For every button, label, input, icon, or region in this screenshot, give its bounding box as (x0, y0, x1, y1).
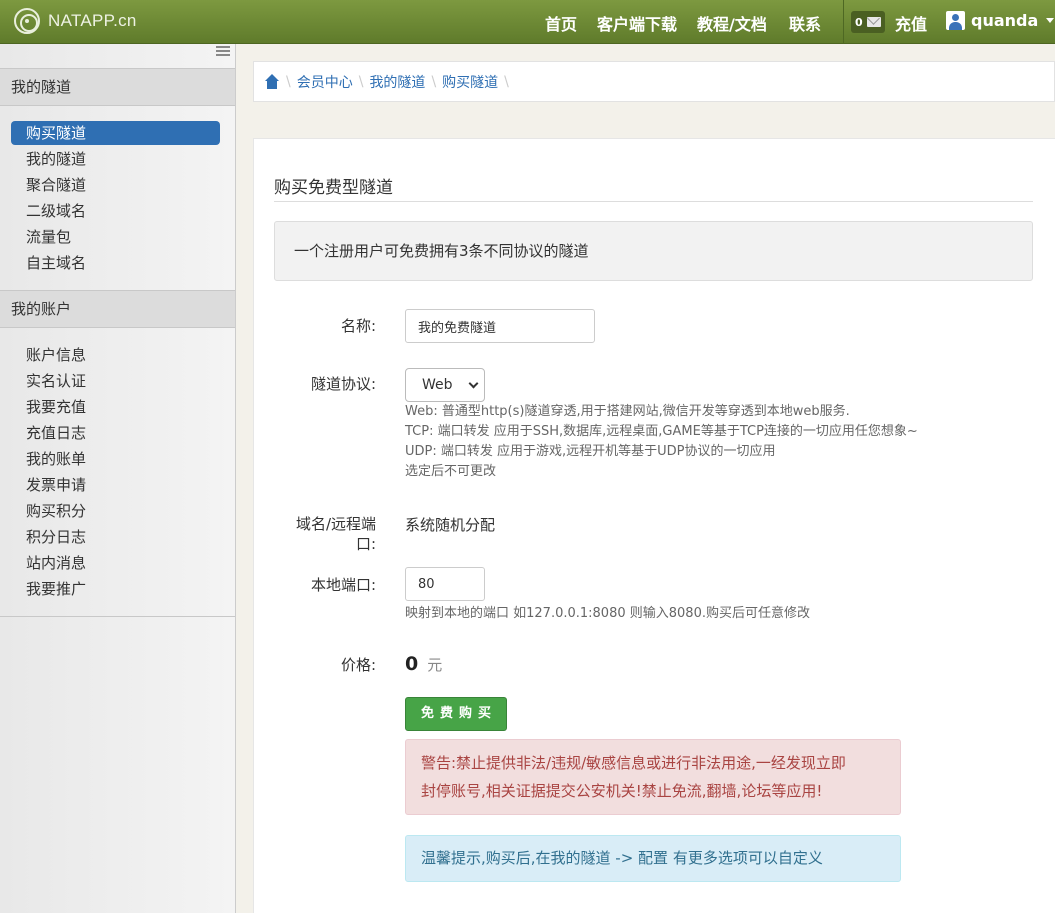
breadcrumb-separator: \ (431, 73, 437, 90)
sidebar-item-points-log[interactable]: 积分日志 (11, 525, 220, 549)
main-panel: 购买免费型隧道 一个注册用户可免费拥有3条不同协议的隧道 名称: 隧道协议: W… (253, 138, 1055, 913)
sidebar-section-tunnels: 我的隧道 (0, 68, 235, 106)
nav-recharge[interactable]: 充值 (895, 11, 927, 35)
sidebar-item-account-info[interactable]: 账户信息 (11, 343, 220, 367)
domain-label-line1: 域名/远程端 (295, 515, 376, 533)
protocol-help-tcp: TCP: 端口转发 应用于SSH,数据库,远程桌面,GAME等基于TCP连接的一… (405, 424, 918, 439)
user-menu[interactable]: quanda (946, 11, 1055, 30)
local-port-label: 本地端口: (310, 576, 376, 594)
warning-line-2: 封停账号,相关证据提交公安机关!禁止免流,翻墙,论坛等应用! (421, 782, 823, 800)
warning-line-1: 警告:禁止提供非法/违规/敏感信息或进行非法用途,一经发现立即 (421, 754, 846, 772)
chevron-down-icon (468, 378, 479, 389)
protocol-help-note: 选定后不可更改 (405, 464, 497, 479)
sidebar-item-recharge[interactable]: 我要充值 (11, 395, 220, 419)
sidebar: 我的隧道 购买隧道 我的隧道 聚合隧道 二级域名 流量包 自主域名 我的账户 账… (0, 44, 236, 913)
top-navbar: NATAPP.cn 首页 客户端下载 教程/文档 联系 0 充值 quanda (0, 0, 1055, 44)
price-label: 价格: (340, 656, 376, 674)
nav-divider (843, 0, 844, 44)
home-icon[interactable] (264, 73, 280, 89)
tip-alert: 温馨提示,购买后,在我的隧道 -> 配置 有更多选项可以自定义 (405, 835, 901, 882)
sidebar-divider (0, 616, 235, 617)
title-divider (274, 201, 1033, 202)
brand-logo[interactable]: NATAPP.cn (14, 8, 137, 34)
sidebar-item-messages[interactable]: 站内消息 (11, 551, 220, 575)
price-unit: 元 (427, 656, 443, 674)
sidebar-item-subdomain[interactable]: 二级域名 (11, 199, 220, 223)
sidebar-item-recharge-log[interactable]: 充值日志 (11, 421, 220, 445)
nav-home[interactable]: 首页 (545, 11, 577, 35)
page-title: 购买免费型隧道 (274, 178, 393, 198)
logo-icon (14, 8, 40, 34)
protocol-help-web: Web: 普通型http(s)隧道穿透,用于搭建网站,微信开发等穿透到本地web… (405, 404, 850, 419)
domain-label-line2: 口: (355, 535, 376, 553)
free-buy-button[interactable]: 免费购买 (405, 697, 507, 731)
user-icon (946, 11, 965, 30)
local-port-help: 映射到本地的端口 如127.0.0.1:8080 则输入8080.购买后可任意修… (405, 606, 810, 621)
sidebar-item-verification[interactable]: 实名认证 (11, 369, 220, 393)
breadcrumb-member-center[interactable]: 会员中心 (297, 72, 353, 92)
sidebar-item-custom-domain[interactable]: 自主域名 (11, 251, 220, 275)
sidebar-section-account: 我的账户 (0, 290, 235, 328)
protocol-label: 隧道协议: (310, 375, 376, 393)
price-value: 0 (405, 653, 419, 675)
local-port-input[interactable] (405, 567, 485, 601)
sidebar-item-bills[interactable]: 我的账单 (11, 447, 220, 471)
breadcrumb: \ 会员中心 \ 我的隧道 \ 购买隧道 \ (253, 61, 1055, 102)
message-count: 0 (855, 15, 863, 29)
sidebar-item-referral[interactable]: 我要推广 (11, 577, 220, 601)
breadcrumb-separator: \ (358, 73, 364, 90)
breadcrumb-separator: \ (286, 73, 291, 90)
username: quanda (971, 11, 1039, 30)
tunnel-name-input[interactable] (405, 309, 595, 343)
chevron-down-icon (1046, 18, 1055, 23)
sidebar-item-my-tunnels[interactable]: 我的隧道 (11, 147, 220, 171)
notice-box: 一个注册用户可免费拥有3条不同协议的隧道 (274, 221, 1033, 281)
sidebar-collapse-icon[interactable] (216, 46, 230, 56)
protocol-select-value: Web (422, 377, 453, 393)
price-display: 0 元 (405, 653, 442, 675)
breadcrumb-my-tunnels[interactable]: 我的隧道 (369, 72, 425, 92)
sidebar-item-traffic-pack[interactable]: 流量包 (11, 225, 220, 249)
sidebar-item-buy-points[interactable]: 购买积分 (11, 499, 220, 523)
sidebar-item-invoice[interactable]: 发票申请 (11, 473, 220, 497)
protocol-help-udp: UDP: 端口转发 应用于游戏,远程开机等基于UDP协议的一切应用 (405, 444, 776, 459)
nav-client-download[interactable]: 客户端下载 (597, 11, 677, 35)
breadcrumb-buy-tunnel[interactable]: 购买隧道 (442, 72, 498, 92)
sidebar-item-aggregate-tunnels[interactable]: 聚合隧道 (11, 173, 220, 197)
brand-name: NATAPP.cn (48, 11, 137, 30)
warning-alert: 警告:禁止提供非法/违规/敏感信息或进行非法用途,一经发现立即 封停账号,相关证… (405, 739, 901, 815)
protocol-select[interactable]: Web (405, 368, 485, 402)
sidebar-item-buy-tunnel[interactable]: 购买隧道 (11, 121, 220, 145)
nav-docs[interactable]: 教程/文档 (697, 11, 767, 35)
messages-button[interactable]: 0 (851, 11, 885, 33)
breadcrumb-separator: \ (504, 73, 509, 90)
domain-value: 系统随机分配 (405, 516, 496, 534)
name-label: 名称: (340, 317, 376, 335)
mail-icon (866, 17, 881, 27)
nav-contact[interactable]: 联系 (789, 11, 821, 35)
